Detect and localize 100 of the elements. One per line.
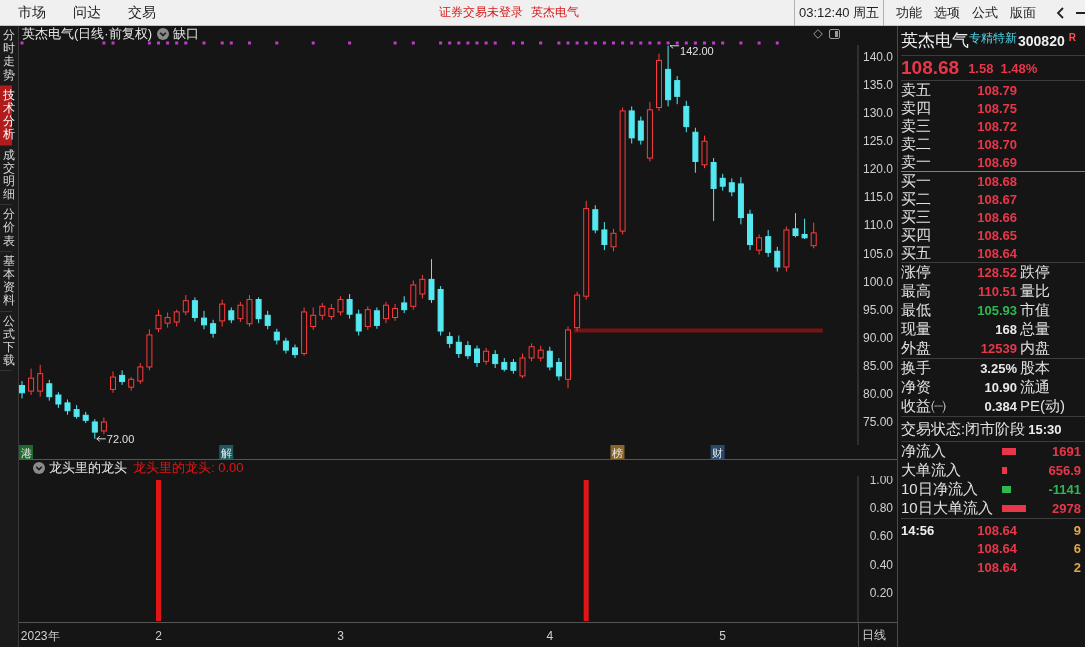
ask-level-label: 卖四: [901, 98, 931, 118]
menu-item[interactable]: 公式: [972, 1, 999, 24]
candle: [474, 345, 480, 368]
candle: [683, 100, 690, 133]
axis-label: 1.00: [869, 476, 893, 487]
axis-label: 135.0: [862, 78, 893, 93]
stat-label: 股本: [1020, 359, 1050, 378]
candle: [710, 157, 717, 222]
tick-price: 108.64: [976, 541, 1017, 557]
ask-price: 108.79: [977, 82, 1017, 98]
flow-value: 656.9: [1048, 463, 1082, 478]
tick-time: 14:56: [901, 522, 935, 538]
candle: [19, 380, 25, 399]
event-tag[interactable]: 港: [19, 445, 33, 459]
menu-item[interactable]: 市场: [10, 1, 54, 24]
collapse-button[interactable]: [1056, 5, 1065, 20]
stock-tag: 专精特新: [969, 30, 1017, 47]
price-change: 1.58: [968, 60, 994, 76]
candle: [246, 294, 253, 328]
candle: [392, 303, 399, 322]
last-price: 108.68: [901, 57, 960, 79]
candle: [519, 353, 526, 379]
ask-level-label: 卖三: [901, 116, 931, 136]
annotation: 142.00: [680, 45, 714, 57]
chevron-circle-icon[interactable]: [157, 27, 169, 40]
candle: [692, 127, 699, 174]
candle: [628, 105, 635, 144]
chevron-circle-icon[interactable]: [33, 462, 45, 474]
candle: [346, 293, 353, 320]
axis-label: 5: [719, 629, 727, 643]
candle: [483, 347, 490, 366]
bid-level-label: 买二: [901, 189, 931, 209]
axis-label: 90.00: [862, 330, 893, 345]
ask-level-label: 卖二: [901, 134, 931, 154]
login-status: 证券交易未登录: [439, 4, 523, 21]
menu-item[interactable]: 版面: [1010, 1, 1037, 24]
chart-title: 英杰电气(日线·前复权): [22, 24, 152, 43]
panel-toggle-icon[interactable]: [829, 28, 840, 39]
candle: [665, 45, 672, 107]
event-tag[interactable]: 榜: [610, 445, 625, 459]
event-tag[interactable]: 解: [219, 445, 234, 459]
menu-item[interactable]: 交易: [120, 1, 164, 24]
candle: [656, 53, 662, 112]
stat-label: PE(动): [1020, 397, 1065, 416]
stat-label: 量比: [1020, 282, 1050, 301]
axis-label: 2: [155, 629, 162, 643]
candle: [510, 358, 517, 375]
diamond-icon[interactable]: [813, 28, 823, 39]
axis-label: 125.0: [862, 134, 893, 149]
stat-value: 110.51: [977, 284, 1017, 299]
axis-label: 0.40: [869, 557, 893, 572]
tick-price: 108.64: [976, 522, 1017, 538]
tick-price: 108.64: [976, 559, 1017, 575]
stat-value: 105.93: [977, 303, 1017, 318]
ask-price: 108.69: [977, 154, 1017, 170]
event-tag[interactable]: 财: [710, 445, 725, 459]
candle: [155, 309, 162, 333]
stat-label: 涨停: [901, 263, 931, 282]
candle: [601, 221, 608, 251]
flow-value: 1691: [1052, 444, 1082, 459]
candle: [701, 135, 708, 169]
menu-item[interactable]: 选项: [934, 1, 961, 24]
candle: [774, 246, 781, 272]
candle: [173, 309, 180, 328]
axis-label: 105.0: [862, 246, 893, 261]
flow-label: 10日大单流入: [901, 499, 994, 518]
menu-item[interactable]: 问达: [65, 1, 109, 24]
period-button[interactable]: 日线: [858, 623, 897, 647]
bid-price: 108.68: [977, 173, 1017, 189]
candle: [410, 280, 417, 311]
status-time: 15:30: [1028, 421, 1062, 437]
indicator-readout: 龙头里的龙头: 0.00: [133, 459, 244, 477]
stat-label: 最高: [901, 282, 931, 301]
stat-value: 0.384: [984, 399, 1017, 414]
axis-label: 110.0: [863, 218, 893, 233]
trading-status: 交易状态:闭市阶段: [901, 419, 1026, 439]
bid-price: 108.67: [977, 191, 1017, 207]
menu-item[interactable]: 功能: [896, 1, 923, 24]
axis-label: 130.0: [862, 106, 893, 121]
ask-price: 108.70: [977, 136, 1017, 152]
bid-price: 108.66: [977, 209, 1017, 225]
axis-label: 140.0: [862, 50, 893, 64]
stat-label: 总量: [1020, 320, 1050, 339]
axis-label: 4: [546, 629, 554, 643]
stock-name: 英杰电气: [531, 4, 579, 21]
stat-label: 流通: [1020, 378, 1050, 397]
axis-label: 80.00: [862, 386, 893, 401]
minimize-icon: [1076, 11, 1085, 14]
stock-code: 300820: [1018, 32, 1065, 49]
tick-volume: 2: [1073, 559, 1082, 575]
stat-value: 168: [995, 322, 1017, 337]
flow-label: 10日净流入: [901, 480, 979, 499]
candle: [446, 331, 453, 349]
candle: [737, 176, 744, 225]
candle: [574, 291, 581, 332]
candle: [674, 75, 681, 105]
candle: [592, 204, 599, 234]
axis-label: 0.20: [869, 585, 893, 600]
candle: [182, 294, 189, 316]
candle: [555, 357, 562, 381]
